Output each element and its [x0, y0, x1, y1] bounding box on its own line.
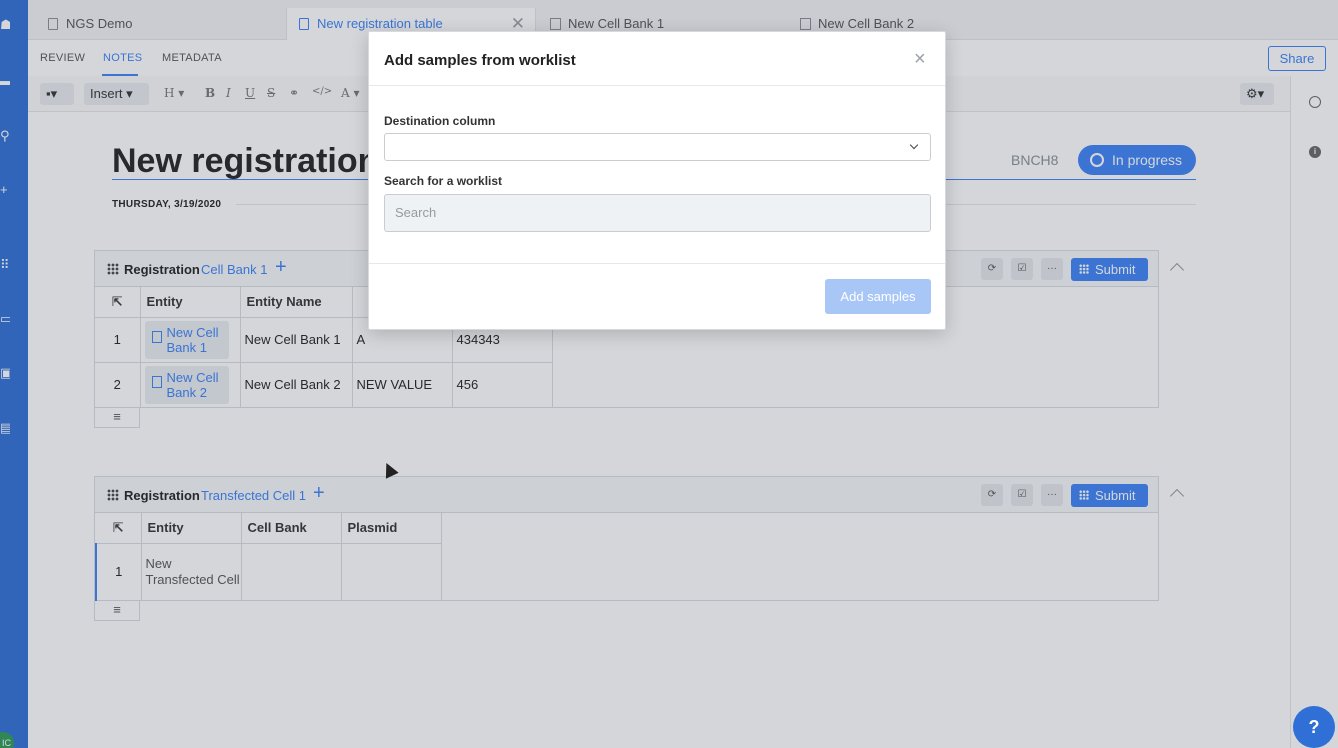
worklist-search-input[interactable]: Search [384, 194, 931, 232]
close-icon[interactable]: × [914, 49, 926, 69]
help-button[interactable]: ? [1293, 706, 1335, 748]
chevron-down-icon [909, 140, 919, 150]
destination-column-label: Destination column [384, 114, 496, 128]
destination-column-select[interactable] [384, 133, 931, 161]
search-worklist-label: Search for a worklist [384, 174, 503, 188]
divider [369, 85, 945, 86]
modal-title: Add samples from worklist [384, 52, 576, 69]
add-samples-button[interactable]: Add samples [825, 279, 931, 314]
divider [369, 263, 945, 264]
add-samples-modal: Add samples from worklist × Destination … [368, 31, 946, 330]
